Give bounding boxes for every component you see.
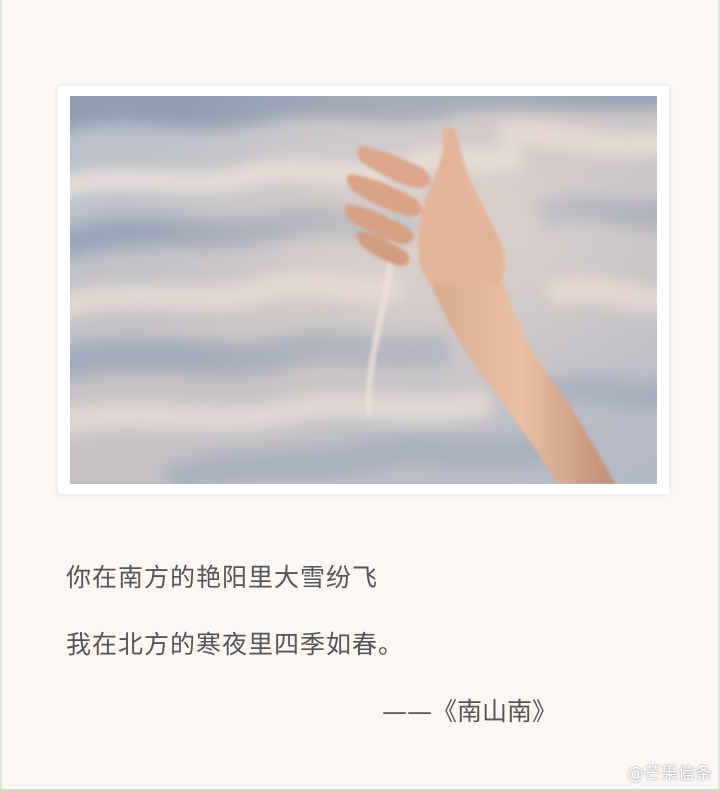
poem-attribution: ——《南山南》 [382, 697, 558, 726]
sand-hand-photo [70, 96, 657, 484]
poem-line-2: 我在北方的寒夜里四季如春。 [66, 630, 405, 659]
poem-line-1: 你在南方的艳阳里大雪纷飞 [66, 563, 379, 592]
watermark: @芒果信条 [627, 764, 712, 784]
left-border [0, 0, 2, 791]
photo-frame [58, 86, 669, 494]
